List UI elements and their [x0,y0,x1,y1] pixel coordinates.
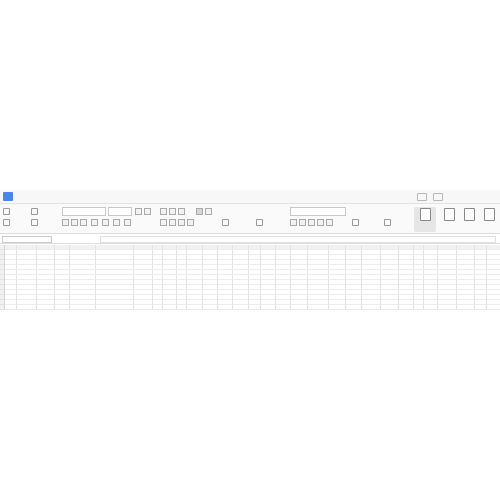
wrap-text-button[interactable] [256,218,286,227]
scissors-icon [3,208,10,215]
justify-button[interactable] [187,219,194,226]
align-top-button[interactable] [160,208,167,215]
align-left-button[interactable] [160,219,167,226]
sort-button[interactable] [478,207,500,232]
paste-button[interactable] [31,207,57,216]
font-name-select[interactable] [62,207,106,216]
formula-input[interactable] [100,236,496,243]
thousands-button[interactable] [308,219,315,226]
cell-style-button[interactable] [414,207,436,232]
conditional-format-icon [352,219,359,226]
wrap-icon [256,219,263,226]
cut-button[interactable] [3,207,29,216]
shrink-font-button[interactable] [144,208,151,215]
increase-decimal-button[interactable] [317,219,324,226]
table-style-icon [384,219,391,226]
sum-button[interactable] [438,207,460,232]
indent-button[interactable] [205,208,212,215]
copy-button[interactable] [3,218,29,227]
brush-icon [31,219,38,226]
filter-icon [464,208,475,221]
fill-color-button[interactable] [102,219,109,226]
name-box[interactable] [2,236,52,243]
sort-icon [484,208,495,221]
table-style-button[interactable] [384,218,414,227]
number-format-select[interactable] [290,207,346,216]
align-right-button[interactable] [178,219,185,226]
undo-icon[interactable] [417,192,427,201]
decrease-decimal-button[interactable] [326,219,333,226]
clipboard-icon [31,208,38,215]
redo-icon[interactable] [433,192,443,201]
menu-right-group [414,192,500,201]
document-icon [3,192,13,201]
filter-button[interactable] [458,207,480,232]
copy-icon [3,219,10,226]
italic-button[interactable] [71,219,78,226]
format-painter-button[interactable] [31,218,57,227]
ribbon-toolbar [0,204,500,234]
currency-button[interactable] [290,219,297,226]
cell-style-icon [420,208,431,221]
border-button[interactable] [91,219,98,226]
bold-button[interactable] [62,219,69,226]
menu-bar [0,190,500,204]
align-selected-button[interactable] [196,208,203,215]
conditional-format-button[interactable] [352,218,382,227]
font-size-select[interactable] [108,207,132,216]
percent-button[interactable] [299,219,306,226]
merge-center-button[interactable] [222,218,254,227]
sigma-icon [444,208,455,221]
clear-button[interactable] [124,219,131,226]
underline-button[interactable] [80,219,87,226]
grow-font-button[interactable] [135,208,142,215]
align-bottom-button[interactable] [178,208,185,215]
spreadsheet-grid [0,245,500,310]
spreadsheet-app-window [0,190,500,310]
formula-bar [0,235,500,244]
font-color-button[interactable] [113,219,120,226]
align-center-button[interactable] [169,219,176,226]
align-middle-button[interactable] [169,208,176,215]
merge-icon [222,219,229,226]
